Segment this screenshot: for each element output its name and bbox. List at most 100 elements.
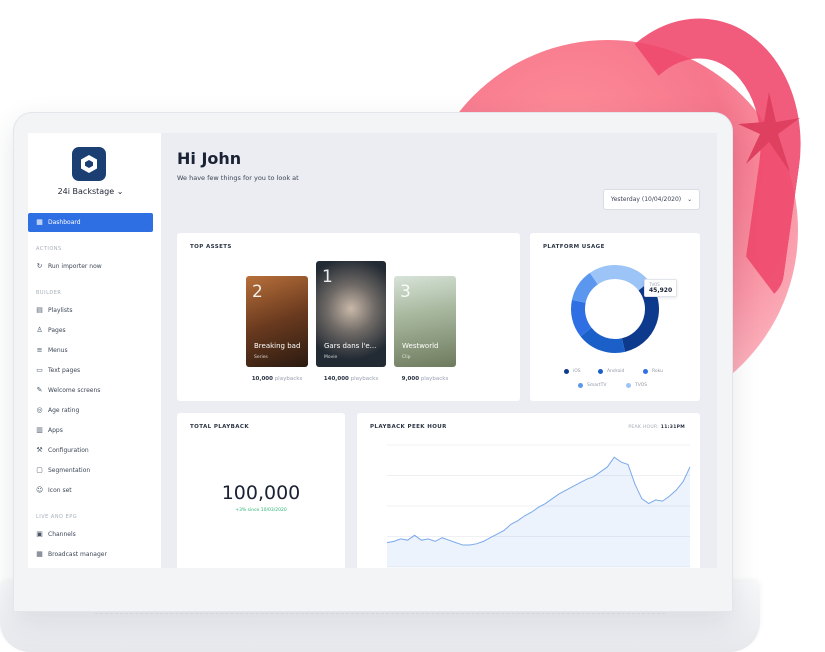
menu-icon: ≡ [36,346,43,354]
playback-unit: playbacks [274,376,303,382]
donut-slice-smarttv[interactable] [571,272,599,304]
app-logo[interactable] [72,147,106,181]
asset-playbacks: 10,000 playbacks [237,376,317,382]
welcome-icon: ✎ [36,386,43,394]
sidebar-item-welcome-screens[interactable]: ✎ Welcome screens [36,386,101,395]
sidebar-item-label: Configuration [48,447,89,454]
legend-label: Roku [652,369,663,374]
playback-count: 140,000 [323,376,349,382]
sidebar-item-label: Playlists [48,307,73,314]
sidebar-item-configuration[interactable]: ⚒ Configuration [36,446,89,455]
legend-swatch [564,369,569,374]
asset-rank: 1 [322,267,333,287]
pages-icon: ♙ [36,326,43,334]
asset-rank: 3 [400,282,411,302]
peak-hour-label: PEAK HOUR: [628,425,660,430]
card-title: TOP ASSETS [190,244,232,250]
segment-icon: ▢ [36,466,43,474]
icon-set-icon: ☺ [36,486,44,494]
sidebar-item-menus[interactable]: ≡ Menus [36,346,68,355]
sidebar-item-segmentation[interactable]: ▢ Segmentation [36,466,91,475]
asset-title: Breaking bad [254,342,301,350]
date-filter-select[interactable]: Yesterday (10/04/2020) ⌄ [603,189,700,210]
total-playback-card: TOTAL PLAYBACK 100,000 +3% since 10/03/2… [177,413,345,568]
sidebar-item-dashboard[interactable]: ▦ Dashboard [28,213,153,232]
page-subtitle: We have few things for you to look at [177,174,299,182]
legend-item-android[interactable]: Android [598,369,624,374]
stage: 24i Backstage ⌄ ▦ Dashboard ACTIONS ↻ Run… [0,0,825,652]
asset-title: Westworld [402,342,439,350]
sidebar-item-playlists[interactable]: ▤ Playlists [36,306,73,315]
playback-unit: playbacks [420,376,449,382]
legend-label: iOS [573,369,581,374]
donut-slice-tvos[interactable] [589,265,650,291]
asset-type: Series [254,355,268,360]
asset-playbacks: 9,000 playbacks [385,376,465,382]
chart-tooltip: TVOS 45,920 [644,279,678,297]
sidebar-item-icon-set[interactable]: ☺ Icon set [36,486,72,495]
legend-swatch [643,369,648,374]
asset-card-gars-dans[interactable]: 1 Gars dans l'e... Movie [316,261,386,367]
playback-unit: playbacks [350,376,379,382]
sidebar-item-label: Segmentation [48,467,91,474]
sidebar-item-label: Menus [48,347,68,354]
legend-swatch [626,383,631,388]
sidebar-item-label: Age rating [48,407,80,414]
asset-rank: 2 [252,282,263,302]
card-title: TOTAL PLAYBACK [190,424,250,430]
sidebar-item-label: Channels [48,531,76,538]
legend-item-tvos[interactable]: TVOS [626,383,647,388]
sidebar-item-label: Pages [48,327,66,334]
donut-slice-roku[interactable] [571,299,592,337]
donut-slice-android[interactable] [580,327,626,353]
legend-item-roku[interactable]: Roku [643,369,663,374]
legend-label: Android [607,369,625,374]
sidebar-item-label: Apps [48,427,63,434]
playlist-icon: ▤ [36,306,43,314]
sidebar-item-pages[interactable]: ♙ Pages [36,326,66,335]
page-title: Hi John [177,149,242,168]
sidebar-item-label: Run importer now [48,263,102,270]
playback-count: 9,000 [401,376,420,382]
asset-type: Movie [324,355,338,360]
text-page-icon: ▭ [36,366,43,374]
sidebar-item-apps[interactable]: ▥ Apps [36,426,63,435]
legend-item-smarttv[interactable]: SmartTV [578,383,606,388]
sidebar-item-channels[interactable]: ▣ Channels [36,530,76,539]
app-screen: 24i Backstage ⌄ ▦ Dashboard ACTIONS ↻ Run… [28,133,717,568]
legend-swatch [598,369,603,374]
total-playback-value: 100,000 [221,482,301,504]
wrench-icon: ⚒ [36,446,43,454]
asset-title: Gars dans l'e... [324,342,377,350]
top-assets-card: TOP ASSETS 2 Breaking bad Series 1 Gars … [177,233,520,401]
sidebar-item-run-importer[interactable]: ↻ Run importer now [36,263,102,271]
sidebar-item-age-rating[interactable]: ◎ Age rating [36,407,80,415]
legend-item-ios[interactable]: iOS [564,369,581,374]
line-area-fill [387,457,690,567]
card-title: PLATFORM USAGE [543,244,605,250]
grid-icon: ▦ [36,218,43,226]
total-playback-delta: +3% since 10/03/2020 [235,508,287,513]
sidebar-item-broadcast-manager[interactable]: ▦ Broadcast manager [36,550,107,559]
section-heading-builder: BUILDER [36,290,62,296]
platform-donut-chart [571,265,659,353]
asset-playbacks: 140,000 playbacks [311,376,391,382]
channels-icon: ▣ [36,530,43,538]
decorative-star-icon [738,92,800,172]
playback-peak-hour-card: PLAYBACK PEEK HOUR PEAK HOUR: 11:31PM [357,413,700,568]
sidebar-item-label: Icon set [48,487,72,494]
asset-card-breaking-bad[interactable]: 2 Breaking bad Series [246,276,308,367]
apps-icon: ▥ [36,426,43,434]
brand-switcher[interactable]: 24i Backstage ⌄ [28,187,153,196]
sidebar-item-label: Welcome screens [48,387,101,394]
sidebar-item-label: Dashboard [48,219,81,226]
peak-hour-readout: PEAK HOUR: 11:31PM [628,425,685,430]
peak-hour-line-chart [386,444,691,568]
asset-type: Clip [402,355,411,360]
sidebar-item-text-pages[interactable]: ▭ Text pages [36,366,80,375]
asset-card-westworld[interactable]: 3 Westworld Clip [394,276,456,367]
hexagon-icon [81,155,97,173]
playback-count: 10,000 [251,376,273,382]
section-heading-actions: ACTIONS [36,246,62,252]
calendar-icon: ▦ [36,550,43,558]
